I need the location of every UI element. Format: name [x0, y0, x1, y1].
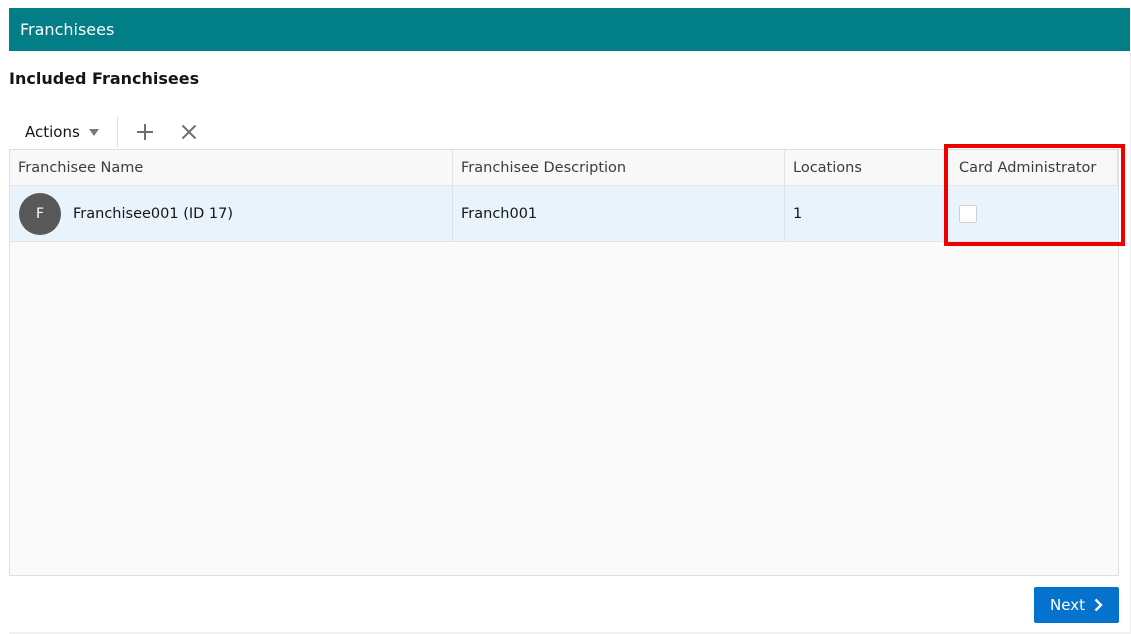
plus-icon	[136, 124, 153, 140]
toolbar-divider	[116, 117, 118, 147]
column-header-locations[interactable]: Locations	[785, 150, 946, 186]
franchisee-description: Franch001	[461, 205, 538, 222]
chevron-right-icon	[1094, 598, 1103, 612]
remove-button[interactable]	[172, 116, 206, 148]
table-header-row: Franchisee Name Franchisee Description L…	[10, 150, 1118, 186]
column-header-franchisee-name[interactable]: Franchisee Name	[10, 150, 453, 186]
locations-count: 1	[793, 205, 803, 222]
cell-franchisee-description: Franch001	[453, 186, 785, 241]
franchisees-panel: Franchisees Included Franchisees Actions…	[9, 8, 1131, 634]
card-administrator-checkbox[interactable]	[959, 204, 977, 223]
cell-locations: 1	[785, 186, 946, 241]
next-button[interactable]: Next	[1034, 587, 1119, 623]
panel-title: Franchisees	[20, 20, 115, 39]
add-button[interactable]	[128, 116, 162, 148]
actions-menu-button[interactable]: Actions	[9, 116, 113, 148]
franchisees-table: Franchisee Name Franchisee Description L…	[9, 149, 1119, 576]
section-title: Included Franchisees	[9, 69, 200, 88]
cell-franchisee-name: F Franchisee001 (ID 17)	[10, 186, 453, 241]
panel-header: Franchisees	[9, 8, 1130, 51]
actions-label: Actions	[25, 123, 80, 141]
table-row[interactable]: F Franchisee001 (ID 17) Franch001 1	[10, 186, 1118, 242]
cell-card-administrator	[946, 186, 1118, 241]
avatar-initial: F	[35, 205, 45, 222]
column-header-franchisee-description[interactable]: Franchisee Description	[453, 150, 785, 186]
table-toolbar: Actions	[9, 114, 309, 150]
close-icon	[181, 124, 197, 140]
caret-down-icon	[88, 128, 99, 136]
next-label: Next	[1050, 596, 1085, 614]
column-header-card-administrator[interactable]: Card Administrator	[946, 150, 1118, 186]
franchisee-name: Franchisee001 (ID 17)	[73, 205, 234, 222]
avatar: F	[19, 192, 61, 235]
